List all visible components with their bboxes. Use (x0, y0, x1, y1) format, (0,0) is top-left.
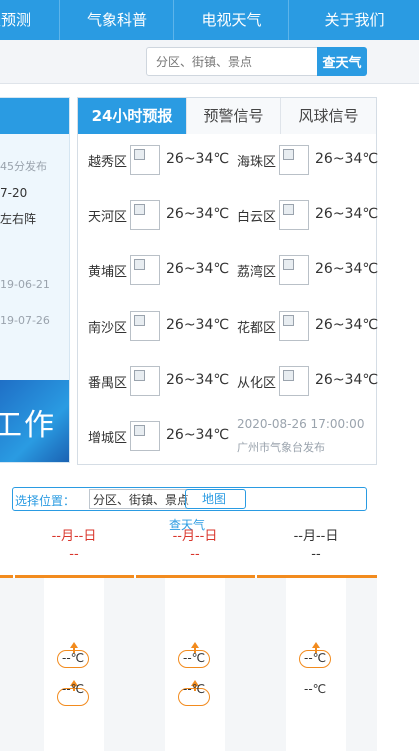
promo-banner-text: 工作 (0, 408, 56, 443)
district-name: 花都区 (237, 321, 277, 336)
district-temp: 26~34℃ (166, 261, 230, 277)
district-name: 番禺区 (88, 376, 128, 391)
district-temp: 26~34℃ (315, 261, 379, 277)
nav-item-about-us[interactable]: 关于我们 (290, 0, 419, 40)
district-temp: 26~34℃ (166, 151, 230, 167)
publish-time: 2020-08-26 17:00:00 (237, 417, 365, 431)
news-date[interactable]: 19-06-21 (0, 278, 50, 291)
news-publish-time: 45分发布 (0, 160, 47, 173)
weather-icon (279, 255, 309, 285)
district-name: 黄埔区 (88, 265, 128, 280)
day-divider (0, 575, 13, 578)
district-name: 荔湾区 (237, 265, 277, 280)
search-input[interactable] (146, 47, 318, 76)
district-temp: 26~34℃ (315, 151, 379, 167)
map-button[interactable]: 地图 (185, 489, 246, 509)
location-selector: 选择位置： 地图 (12, 487, 367, 511)
location-label: 选择位置： (15, 494, 76, 508)
district-name: 增城区 (88, 431, 128, 446)
low-temp: --℃ (183, 682, 206, 696)
district-temp: 26~34℃ (166, 317, 230, 333)
day-date: --月--日 (51, 529, 97, 544)
day-weekday: -- (190, 547, 200, 562)
weather-icon (130, 311, 160, 341)
weather-icon (279, 311, 309, 341)
news-text-line: 7-20 (0, 186, 28, 200)
district-temp: 26~34℃ (166, 206, 230, 222)
district-temp: 26~34℃ (166, 372, 230, 388)
news-text-line: 左右阵 (0, 212, 37, 226)
promo-banner[interactable]: 工作 (0, 380, 69, 462)
district-temp: 26~34℃ (315, 206, 379, 222)
district-name: 越秀区 (88, 155, 128, 170)
weather-icon (279, 145, 309, 175)
weather-icon (130, 366, 160, 396)
location-input[interactable] (89, 489, 199, 509)
district-name: 海珠区 (237, 155, 277, 170)
day-header[interactable]: --月--日 -- (14, 528, 134, 564)
day-divider (257, 575, 377, 578)
tab-typhoon-signal[interactable]: 风球信号 (281, 98, 376, 134)
high-temp: --℃ (304, 651, 327, 665)
weather-page: 天预测 气象科普 电视天气 关于我们 查天气 45分发布 7-20 左右阵 19… (0, 0, 419, 751)
day-header[interactable]: --月--日 -- (256, 528, 376, 564)
day-header[interactable]: --月--日 -- (135, 528, 255, 564)
nav-item-forecast[interactable]: 天预测 (0, 0, 60, 40)
search-button[interactable]: 查天气 (317, 47, 367, 76)
nav-item-tv-weather[interactable]: 电视天气 (175, 0, 289, 40)
low-temp: --℃ (304, 682, 327, 696)
low-temp: --℃ (62, 682, 85, 696)
weather-icon (279, 366, 309, 396)
district-name: 南沙区 (88, 321, 128, 336)
day-weekday: -- (311, 547, 321, 562)
weather-icon (130, 421, 160, 451)
forecast-card: 24小时预报 预警信号 风球信号 越秀区 26~34℃ 海珠区 26~34℃ 天… (77, 97, 379, 465)
district-temp: 26~34℃ (315, 372, 379, 388)
day-weekday: -- (69, 547, 79, 562)
day-divider (136, 575, 255, 578)
publisher: 广州市气象台发布 (237, 441, 325, 454)
weather-icon (130, 200, 160, 230)
news-date[interactable]: 19-07-26 (0, 314, 50, 327)
day-divider (15, 575, 134, 578)
search-bar: 查天气 (0, 40, 419, 84)
district-name: 从化区 (237, 376, 277, 391)
news-panel-header (0, 98, 69, 134)
day-date: --月--日 (293, 529, 339, 544)
district-temp: 26~34℃ (166, 427, 230, 443)
district-temp: 26~34℃ (315, 317, 379, 333)
forecast-tabs: 24小时预报 预警信号 风球信号 (78, 98, 376, 134)
tab-warning-signal[interactable]: 预警信号 (187, 98, 281, 134)
weather-icon (130, 145, 160, 175)
news-panel: 45分发布 7-20 左右阵 19-06-21 19-07-26 工作 (0, 97, 70, 463)
day-date: --月--日 (172, 529, 218, 544)
high-temp: --℃ (183, 651, 206, 665)
weather-icon (130, 255, 160, 285)
weather-icon (279, 200, 309, 230)
high-temp: --℃ (62, 651, 85, 665)
district-name: 天河区 (88, 210, 128, 225)
nav-item-science[interactable]: 气象科普 (61, 0, 174, 40)
top-nav: 天预测 气象科普 电视天气 关于我们 (0, 0, 419, 40)
district-name: 白云区 (237, 210, 277, 225)
tab-24h-forecast[interactable]: 24小时预报 (78, 98, 187, 134)
